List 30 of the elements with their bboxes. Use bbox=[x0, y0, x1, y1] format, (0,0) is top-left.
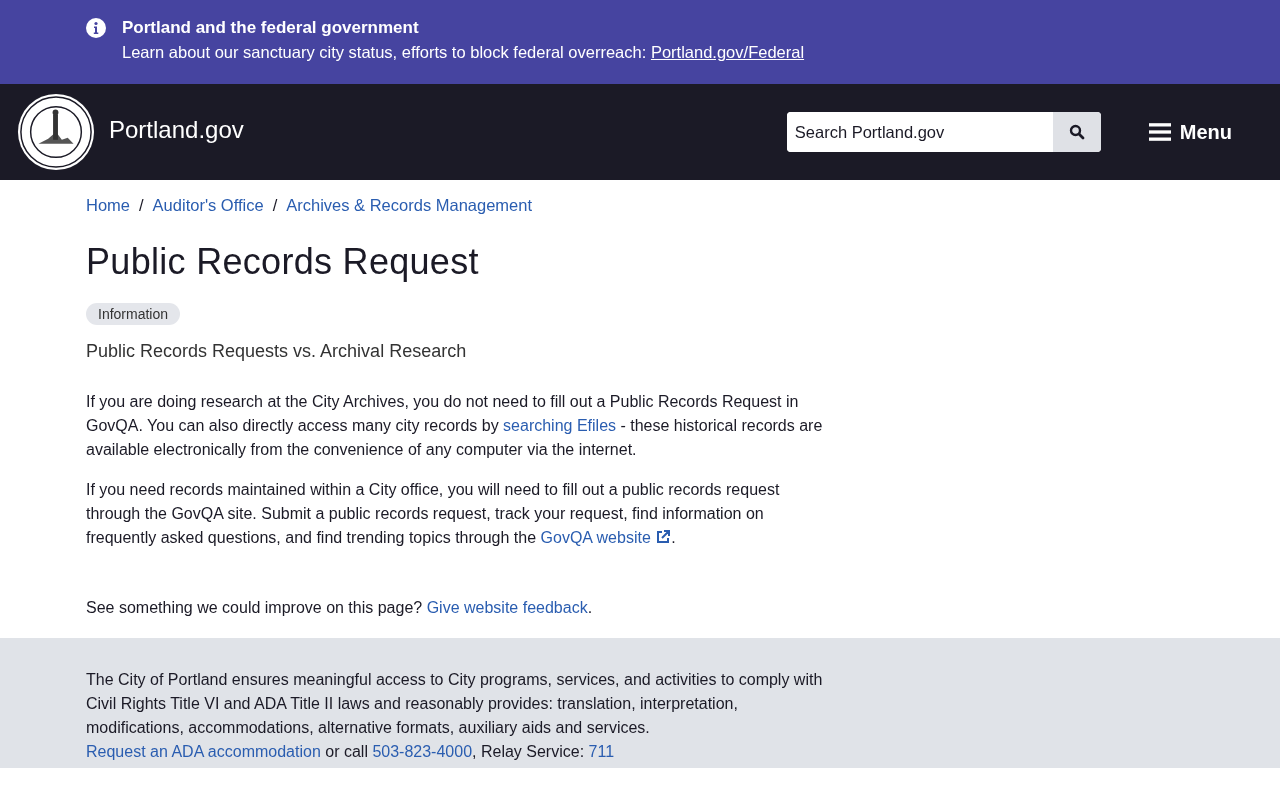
text-link[interactable]: 711 bbox=[588, 743, 615, 760]
banner-title: Portland and the federal government bbox=[122, 17, 420, 39]
city-seal-logo[interactable] bbox=[17, 93, 95, 171]
breadcrumb-separator: / bbox=[272, 196, 278, 215]
accessibility-notice: The City of Portland ensures meaningful access to City programs, services, and activities to comply with Civil Rights Title VI and ADA Title II laws and reasonably provides: translation, interpretation, modifications, accommodations, alternative formats, auxiliary aids and services. Request an ADA accommodation or call 503-823-4000, Relay Service: 711 bbox=[86, 670, 824, 762]
body-paragraph: If you need records maintained within a City office, you will need to fill out a public records request through the GovQA site. Submit a public records request, track your request, find information on frequently asked questions, and find trending topics through the GovQA website . bbox=[86, 480, 781, 548]
breadcrumb-separator: / bbox=[139, 196, 144, 215]
search-field[interactable]: Search Portland.gov bbox=[786, 112, 1101, 152]
search-button[interactable] bbox=[1052, 112, 1101, 152]
text-link[interactable]: 503-823-4000 bbox=[372, 743, 473, 760]
page-subtitle: Public Records Requests vs. Archival Research bbox=[86, 341, 468, 362]
page-title: Public Records Request bbox=[86, 241, 480, 283]
info-icon bbox=[86, 18, 106, 38]
site-name[interactable]: Portland.gov bbox=[109, 116, 244, 144]
banner-text: Learn about our sanctuary city status, efforts to block federal overreach: bbox=[122, 43, 647, 61]
menu-button[interactable]: Menu bbox=[1148, 120, 1232, 144]
content-type-tag: Information bbox=[86, 303, 181, 325]
breadcrumb-link[interactable]: Auditor's Office bbox=[152, 196, 264, 215]
body-paragraph: If you are doing research at the City Archives, you do not need to fill out a Public Records Request in GovQA. You can also directly access many city records by searching Efiles - these historical records are available electronically from the convenience of any computer via the internet. bbox=[86, 392, 824, 460]
external-link-icon bbox=[655, 529, 672, 545]
search-icon bbox=[1068, 124, 1085, 140]
feedback-prompt: See something we could improve on this page? Give website feedback. bbox=[86, 598, 594, 618]
text-link[interactable]: Request an ADA accommodation bbox=[86, 743, 321, 760]
external-link[interactable]: GovQA website bbox=[540, 529, 672, 546]
breadcrumb-link[interactable]: Home bbox=[86, 196, 130, 215]
banner-link[interactable]: Portland.gov/Federal bbox=[650, 43, 805, 61]
text-link[interactable]: Give website feedback bbox=[426, 599, 588, 616]
menu-icon bbox=[1148, 122, 1171, 142]
breadcrumb-link[interactable]: Archives & Records Management bbox=[286, 196, 533, 215]
text-link[interactable]: searching Efiles bbox=[503, 417, 617, 434]
